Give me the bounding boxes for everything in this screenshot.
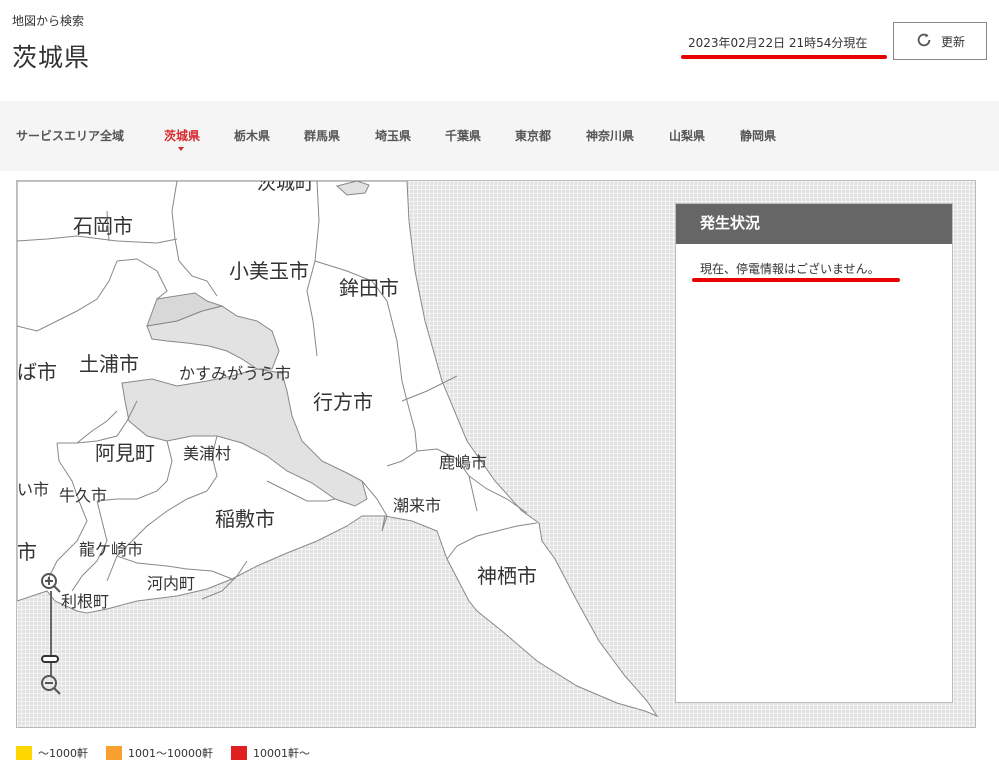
nav-tab-label: 埼玉県: [375, 129, 412, 143]
page-subtitle: 地図から検索: [12, 14, 85, 28]
legend-label: 10001軒～: [253, 747, 310, 760]
nav-tab-label: 茨城県: [164, 129, 201, 143]
nav-tab-label: 神奈川県: [586, 129, 635, 143]
map-legend: ～1000軒 1001～10000軒 10001軒～: [16, 744, 310, 762]
nav-tab-gunma[interactable]: 群馬県: [304, 127, 340, 144]
map-label-tsukuba-partial: ば市: [17, 360, 57, 384]
outage-status-panel: 発生状況 現在、停電情報はございません。: [675, 203, 953, 703]
map-label-kasumigaura: かすみがうら市: [179, 364, 291, 383]
map-label-miho: 美浦村: [183, 444, 231, 463]
nav-tab-chiba[interactable]: 千葉県: [445, 127, 481, 144]
page-title: 茨城県: [12, 43, 91, 72]
nav-tab-label: サービスエリア全域: [16, 129, 125, 143]
map-label-tsuchiura: 土浦市: [79, 352, 139, 376]
status-message-highlight: [692, 278, 900, 282]
outage-map[interactable]: 茨城町 石岡市 小美玉市 鉾田市 ば市 土浦市 かすみがうら市 行方市 阿見町 …: [16, 180, 976, 728]
legend-item-medium: 1001～10000軒: [106, 744, 213, 762]
nav-tab-label: 千葉県: [445, 129, 482, 143]
nav-tab-service-area[interactable]: サービスエリア全域: [16, 127, 124, 144]
nav-tab-label: 静岡県: [740, 129, 777, 143]
nav-tab-kanagawa[interactable]: 神奈川県: [586, 127, 634, 144]
status-panel-header: 発生状況: [676, 204, 952, 244]
map-label-omitama: 小美玉市: [229, 259, 309, 283]
refresh-icon: [915, 31, 933, 52]
nav-tab-label: 栃木県: [234, 129, 271, 143]
map-label-kamisu: 神栖市: [477, 564, 537, 588]
active-caret-icon: [178, 147, 184, 151]
legend-swatch-orange: [106, 746, 122, 760]
map-label-kawachi: 河内町: [147, 574, 195, 593]
legend-swatch-red: [231, 746, 247, 760]
nav-tab-tochigi[interactable]: 栃木県: [234, 127, 270, 144]
map-label-kashima: 鹿嶋市: [439, 453, 487, 472]
map-label-ami: 阿見町: [95, 441, 155, 465]
legend-swatch-yellow: [16, 746, 32, 760]
nav-tab-label: 群馬県: [304, 129, 341, 143]
legend-item-small: ～1000軒: [16, 744, 88, 762]
timestamp-highlight: [681, 55, 887, 59]
map-label-ryugasaki: 龍ケ崎市: [79, 540, 143, 559]
nav-tab-tokyo[interactable]: 東京都: [515, 127, 551, 144]
map-label-itako: 潮来市: [393, 496, 441, 515]
map-label-inashiki: 稲敷市: [215, 507, 275, 531]
map-label-ushiku: 牛久市: [59, 486, 107, 505]
nav-tab-label: 東京都: [515, 129, 552, 143]
map-label-tsukubamirai-partial: い市: [17, 480, 49, 499]
legend-label: ～1000軒: [38, 747, 88, 760]
zoom-slider-track[interactable]: [50, 591, 52, 677]
nav-tab-shizuoka[interactable]: 静岡県: [740, 127, 776, 144]
nav-tab-yamanashi[interactable]: 山梨県: [669, 127, 705, 144]
refresh-button[interactable]: 更新: [893, 22, 987, 60]
map-label-ishioka: 石岡市: [73, 214, 133, 238]
prefecture-nav: サービスエリア全域 茨城県 栃木県 群馬県 埼玉県 千葉県 東京都 神奈川県 山…: [0, 101, 999, 171]
nav-tab-label: 山梨県: [669, 129, 706, 143]
map-label-toride-partial: 市: [17, 540, 37, 564]
status-message: 現在、停電情報はございません。: [700, 262, 880, 276]
nav-tab-ibaraki[interactable]: 茨城県: [164, 127, 201, 151]
zoom-slider-handle[interactable]: [41, 655, 59, 663]
legend-item-large: 10001軒～: [231, 744, 310, 762]
refresh-label: 更新: [940, 34, 965, 49]
map-label-tone: 利根町: [61, 592, 109, 611]
map-label-hokota: 鉾田市: [339, 276, 399, 300]
map-label-namegata: 行方市: [313, 390, 373, 414]
zoom-control: [39, 571, 63, 701]
map-label-ibaraki-town: 茨城町: [257, 181, 314, 194]
update-timestamp: 2023年02月22日 21時54分現在: [688, 36, 868, 50]
legend-label: 1001～10000軒: [128, 747, 213, 760]
zoom-out-icon[interactable]: [39, 673, 63, 697]
nav-tab-saitama[interactable]: 埼玉県: [375, 127, 411, 144]
